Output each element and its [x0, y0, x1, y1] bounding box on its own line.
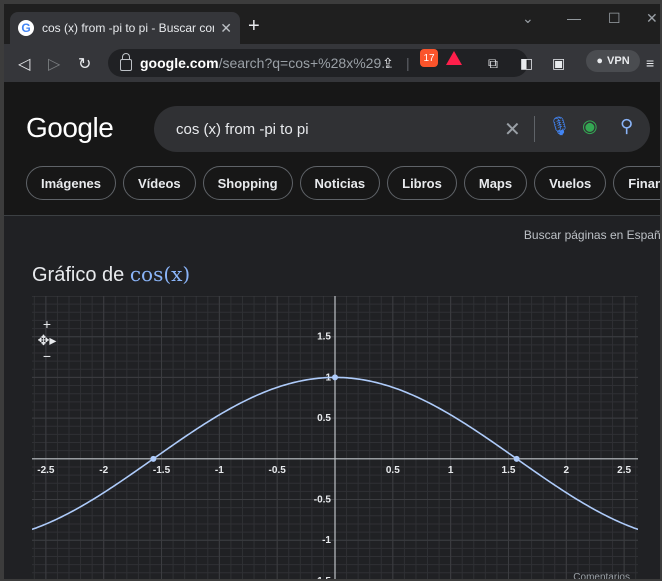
tab-active[interactable]: G cos (x) from -pi to pi - Buscar con ✕: [10, 12, 240, 44]
google-favicon-icon: G: [18, 20, 34, 36]
curve-point: [513, 455, 520, 462]
google-lens-icon[interactable]: ◉: [582, 116, 598, 137]
x-tick-label: 0.5: [386, 465, 400, 476]
chip-vuelos[interactable]: Vuelos: [534, 166, 607, 200]
clear-search-icon[interactable]: ✕: [504, 117, 521, 142]
menu-icon[interactable]: ≡: [646, 55, 654, 71]
url-text: google.com/search?q=cos+%28x%29...: [140, 55, 393, 71]
x-tick-label: -1: [215, 465, 224, 476]
address-toolbar: ◁ ▷ ↻ google.com/search?q=cos+%28x%29...…: [4, 44, 660, 82]
browser-window: G cos (x) from -pi to pi - Buscar con ✕ …: [0, 0, 662, 581]
feedback-link[interactable]: Comentarios: [573, 572, 630, 579]
x-tick-label: -2.5: [37, 465, 55, 476]
lock-icon: [120, 53, 132, 71]
brave-shields-icon[interactable]: 17: [420, 49, 438, 67]
chip-videos[interactable]: Vídeos: [122, 166, 196, 200]
x-tick-label: -1.5: [153, 465, 171, 476]
minimize-icon[interactable]: —: [567, 10, 581, 26]
tab-title: cos (x) from -pi to pi - Buscar con: [42, 21, 215, 35]
pan-icon[interactable]: ✥▸: [36, 332, 58, 348]
tab-search-icon[interactable]: ⌄: [522, 10, 534, 27]
y-tick-label: -0.5: [314, 495, 332, 506]
spanish-pages-link[interactable]: Buscar páginas en Español: [524, 228, 660, 242]
brave-rewards-icon[interactable]: [446, 51, 462, 65]
search-divider: [534, 116, 535, 142]
x-tick-label: 2.5: [617, 465, 631, 476]
x-tick-label: -0.5: [269, 465, 287, 476]
omnibox[interactable]: google.com/search?q=cos+%28x%29...: [108, 49, 528, 77]
curve-point: [150, 455, 157, 462]
vpn-dot-icon: ●: [596, 55, 604, 67]
zoom-out-icon[interactable]: −: [36, 348, 58, 364]
y-tick-label: 1.5: [317, 332, 331, 343]
chip-finance[interactable]: Finance: [613, 166, 660, 200]
forward-icon[interactable]: ▷: [48, 54, 60, 74]
curve-point: [332, 374, 338, 381]
x-tick-label: 2: [564, 465, 570, 476]
maximize-icon[interactable]: ☐: [608, 10, 621, 27]
google-header: Google ✕ 🎙 ◉ ⚲ Imágenes Vídeos Shopping …: [4, 82, 660, 216]
y-tick-label: -1: [322, 535, 331, 546]
google-logo[interactable]: Google: [26, 112, 114, 144]
chip-noticias[interactable]: Noticias: [299, 166, 381, 200]
share-icon[interactable]: ⇪: [382, 55, 394, 72]
back-icon[interactable]: ◁: [18, 54, 30, 74]
extensions-icon[interactable]: ⧉: [488, 55, 498, 72]
chip-libros[interactable]: Libros: [387, 166, 457, 200]
function-graph[interactable]: -2.5 -2 -1.5 -1 -0.5 0.5 1 1.5 2 2.5 1.5 1 0.5 -0.5 -1…: [31, 295, 639, 581]
sidebar-icon[interactable]: ◧: [520, 55, 533, 72]
search-icon[interactable]: ⚲: [620, 116, 633, 137]
chip-imagenes[interactable]: Imágenes: [26, 166, 116, 200]
chip-maps[interactable]: Maps: [463, 166, 528, 200]
search-box[interactable]: ✕ 🎙 ◉ ⚲: [154, 106, 650, 152]
toolbar-separator: |: [406, 55, 410, 71]
x-tick-label: 1.5: [502, 465, 516, 476]
vpn-button[interactable]: ● VPN: [586, 50, 640, 72]
chip-shopping[interactable]: Shopping: [202, 166, 293, 200]
new-tab-button[interactable]: +: [248, 16, 260, 36]
y-tick-label: -1.5: [314, 576, 332, 581]
reload-icon[interactable]: ↻: [78, 54, 91, 74]
graph-title: Gráfico de cos(x): [32, 262, 191, 286]
search-filter-chips: Imágenes Vídeos Shopping Noticias Libros…: [26, 166, 660, 200]
zoom-controls: + ✥▸ −: [36, 316, 58, 370]
zoom-in-icon[interactable]: +: [36, 316, 58, 332]
close-window-icon[interactable]: ✕: [646, 10, 658, 27]
wallet-icon[interactable]: ▣: [552, 55, 565, 72]
x-tick-label: 1: [448, 465, 454, 476]
graph-svg[interactable]: -2.5 -2 -1.5 -1 -0.5 0.5 1 1.5 2 2.51.510.5-0.5-1…: [31, 295, 639, 581]
x-tick-label: -2: [99, 465, 108, 476]
search-input[interactable]: [176, 120, 476, 138]
y-tick-label: 0.5: [317, 413, 331, 424]
tab-bar: G cos (x) from -pi to pi - Buscar con ✕ …: [4, 4, 660, 44]
microphone-icon[interactable]: 🎙: [548, 116, 571, 137]
results-area: Buscar páginas en Español Gráfico de cos…: [4, 216, 660, 581]
close-tab-icon[interactable]: ✕: [220, 20, 232, 37]
